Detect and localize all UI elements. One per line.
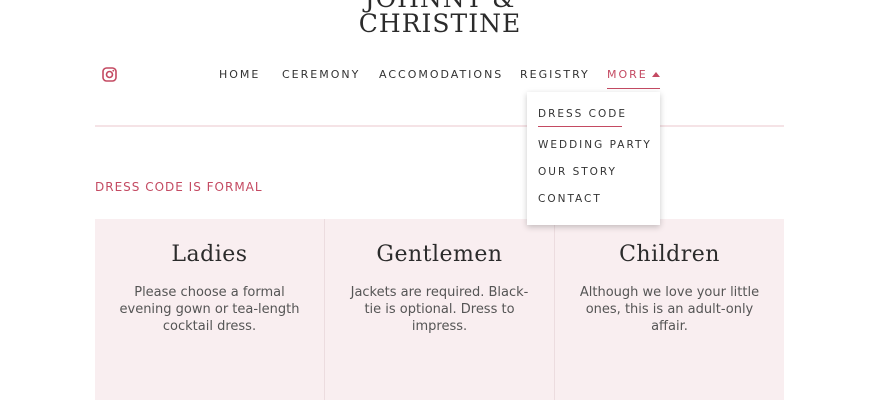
- card-title: Children: [619, 242, 720, 267]
- nav-accomodations[interactable]: ACCOMODATIONS: [379, 68, 503, 81]
- card-gentlemen: Gentlemen Jackets are required. Black-ti…: [324, 219, 554, 400]
- nav-home[interactable]: HOME: [219, 68, 260, 81]
- site-logo-line2[interactable]: CHRISTINE: [0, 9, 880, 39]
- nav-registry[interactable]: REGISTRY: [520, 68, 590, 81]
- card-title: Gentlemen: [376, 242, 503, 267]
- header-divider: [95, 125, 784, 127]
- card-title: Ladies: [171, 242, 248, 267]
- dropdown-selected-underline: [538, 126, 622, 127]
- card-text: Although we love your little ones, this …: [579, 285, 760, 334]
- page: JOHNNY & CHRISTINE HOME CEREMONY ACCOMOD…: [0, 0, 880, 400]
- caret-up-icon: [651, 72, 660, 77]
- nav-ceremony[interactable]: CEREMONY: [282, 68, 360, 81]
- card-ladies: Ladies Please choose a formal evening go…: [95, 219, 324, 400]
- dress-code-cards: Ladies Please choose a formal evening go…: [95, 219, 784, 400]
- nav-more[interactable]: MORE: [607, 68, 660, 81]
- dropdown-item-contact[interactable]: CONTACT: [538, 193, 602, 205]
- nav-more-label: MORE: [607, 68, 648, 81]
- card-text: Please choose a formal evening gown or t…: [119, 285, 300, 334]
- dropdown-item-dress-code[interactable]: DRESS CODE: [538, 108, 627, 120]
- main-nav: HOME CEREMONY ACCOMODATIONS REGISTRY MOR…: [0, 68, 880, 88]
- card-text: Jackets are required. Black-tie is optio…: [350, 285, 529, 334]
- dropdown-item-wedding-party[interactable]: WEDDING PARTY: [538, 139, 652, 151]
- dropdown-item-our-story[interactable]: OUR STORY: [538, 166, 617, 178]
- card-children: Children Although we love your little on…: [554, 219, 784, 400]
- nav-more-underline: [607, 88, 660, 89]
- section-heading: DRESS CODE IS FORMAL: [95, 180, 263, 194]
- more-dropdown-menu: DRESS CODE WEDDING PARTY OUR STORY CONTA…: [527, 92, 660, 225]
